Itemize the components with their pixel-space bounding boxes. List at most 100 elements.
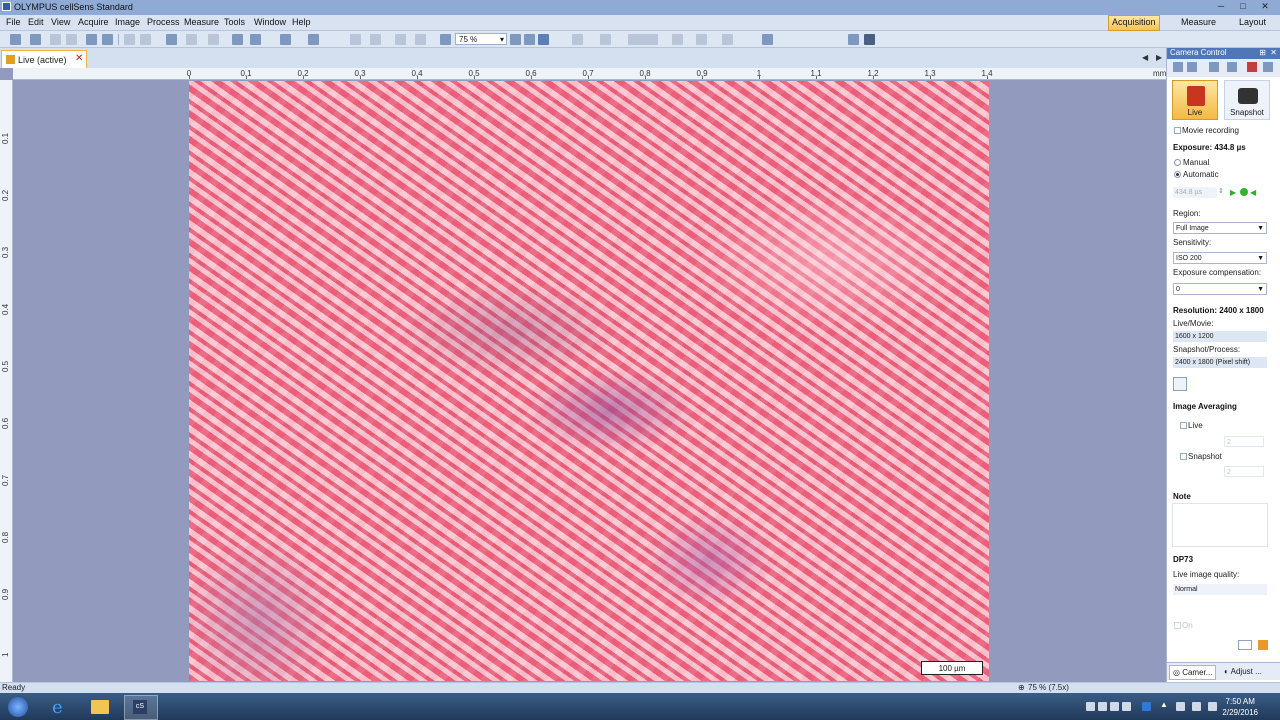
close-window-button[interactable]: ✕ xyxy=(1254,1,1276,12)
automatic-radio[interactable] xyxy=(1174,171,1181,178)
menu-process[interactable]: Process xyxy=(147,17,180,27)
zoom-window-icon[interactable] xyxy=(538,34,549,45)
flag-icon[interactable] xyxy=(1176,702,1185,711)
snapshot-process-resolution[interactable]: 2400 x 1800 (Pixel shift) xyxy=(1173,357,1267,368)
paste-icon[interactable] xyxy=(166,34,177,45)
arrow-left-icon[interactable] xyxy=(350,34,361,45)
layer-icon[interactable] xyxy=(572,34,583,45)
acquisition-mode-button[interactable]: Acquisition xyxy=(1108,15,1160,31)
movie-recording-toggle[interactable] xyxy=(1174,127,1181,134)
tab-scroll-left-icon[interactable]: ◀ xyxy=(1142,53,1148,62)
menu-tools[interactable]: Tools xyxy=(224,17,245,27)
menu-measure[interactable]: Measure xyxy=(184,17,219,27)
pin-icon[interactable]: ⊞ xyxy=(1259,48,1266,57)
close-tab-icon[interactable]: ✕ xyxy=(75,53,83,64)
adjust-tool-icon[interactable] xyxy=(1187,62,1197,72)
layout-mode-button[interactable]: Layout xyxy=(1236,17,1269,27)
measure-mode-button[interactable]: Measure xyxy=(1178,17,1219,27)
zoom-select[interactable]: 75 % ▾ xyxy=(455,33,507,45)
redo-icon[interactable] xyxy=(208,34,219,45)
on-checkbox[interactable] xyxy=(1174,622,1181,629)
grid-icon[interactable] xyxy=(722,34,733,45)
layout-options-icon[interactable] xyxy=(864,34,875,45)
start-button[interactable] xyxy=(2,695,34,718)
crop-icon[interactable] xyxy=(415,34,426,45)
channel-icon[interactable] xyxy=(672,34,683,45)
media-capture-icon[interactable] xyxy=(1122,702,1131,711)
film-icon[interactable] xyxy=(1227,62,1237,72)
averaging-snapshot-frames[interactable]: 2 xyxy=(1224,466,1264,477)
live-image-quality-select[interactable]: Normal xyxy=(1173,584,1267,595)
display-range-control[interactable] xyxy=(628,34,658,45)
minimize-button[interactable]: ─ xyxy=(1210,1,1232,12)
region-select[interactable]: Full Image ▼ xyxy=(1173,222,1267,234)
maximize-button[interactable]: □ xyxy=(1232,1,1254,12)
print-preview-icon[interactable] xyxy=(102,34,113,45)
network-icon[interactable] xyxy=(1192,702,1201,711)
menu-image[interactable]: Image xyxy=(115,17,140,27)
zoom-tool-icon[interactable] xyxy=(308,34,319,45)
layout-single-icon[interactable] xyxy=(848,34,859,45)
record-icon[interactable] xyxy=(1209,62,1219,72)
close-panel-icon[interactable]: ✕ xyxy=(1270,48,1277,57)
select-icon[interactable] xyxy=(232,34,243,45)
volume-icon[interactable] xyxy=(1208,702,1217,711)
live-button[interactable]: Live xyxy=(1172,80,1218,120)
note-textarea[interactable] xyxy=(1172,503,1268,547)
measure-icon[interactable] xyxy=(395,34,406,45)
tab-live-active[interactable]: Live (active) ✕ xyxy=(1,50,87,68)
internet-explorer-button[interactable]: e xyxy=(44,695,76,718)
cellsens-taskbar-button[interactable]: cS xyxy=(124,695,158,720)
snapshot-button[interactable]: Snapshot xyxy=(1224,80,1270,120)
menu-edit[interactable]: Edit xyxy=(28,17,44,27)
menu-file[interactable]: File xyxy=(6,17,21,27)
averaging-snapshot-checkbox[interactable] xyxy=(1180,453,1187,460)
new-icon[interactable] xyxy=(10,34,21,45)
menu-view[interactable]: View xyxy=(51,17,70,27)
file-explorer-button[interactable] xyxy=(84,695,116,718)
print-icon[interactable] xyxy=(86,34,97,45)
menu-window[interactable]: Window xyxy=(254,17,286,27)
menu-help[interactable]: Help xyxy=(292,17,311,27)
live-movie-resolution[interactable]: 1600 x 1200 xyxy=(1173,331,1267,342)
tab-adjust[interactable]: ◐ Adjust ... xyxy=(1221,665,1265,678)
contrast-icon[interactable] xyxy=(1238,640,1252,650)
menu-acquire[interactable]: Acquire xyxy=(78,17,109,27)
help-pointer-icon[interactable] xyxy=(250,34,261,45)
sensitivity-select[interactable]: ISO 200 ▼ xyxy=(1173,252,1267,264)
snapshot-tool-icon[interactable] xyxy=(762,34,773,45)
exposure-time-field[interactable]: 434.8 µs xyxy=(1173,187,1217,198)
undo-icon[interactable] xyxy=(186,34,197,45)
copy-icon[interactable] xyxy=(140,34,151,45)
tab-scroll-right-icon[interactable]: ▶ xyxy=(1156,53,1162,62)
averaging-live-frames[interactable]: 2 xyxy=(1224,436,1264,447)
arrow-right-icon[interactable] xyxy=(370,34,381,45)
media-pause-icon[interactable] xyxy=(1098,702,1107,711)
crop-region-icon[interactable] xyxy=(1173,377,1187,391)
save-all-icon[interactable] xyxy=(66,34,77,45)
bluetooth-icon[interactable] xyxy=(1142,702,1151,711)
color-icon[interactable] xyxy=(1247,62,1257,72)
pan-hand-icon[interactable] xyxy=(280,34,291,45)
exposure-decrease-icon[interactable]: ◀ xyxy=(1250,188,1256,197)
save-icon[interactable] xyxy=(50,34,61,45)
open-icon[interactable] xyxy=(30,34,41,45)
media-record-icon[interactable] xyxy=(1086,702,1095,711)
exposure-compensation-select[interactable]: 0 ▼ xyxy=(1173,283,1267,295)
microscope-live-image[interactable] xyxy=(189,81,989,681)
histogram-icon[interactable] xyxy=(696,34,707,45)
averaging-live-checkbox[interactable] xyxy=(1180,422,1187,429)
zoom-fit-icon[interactable] xyxy=(524,34,535,45)
exposure-spinner[interactable]: ⇕ xyxy=(1218,187,1224,195)
settings-tool-icon[interactable] xyxy=(1173,62,1183,72)
panel-options-icon[interactable] xyxy=(1263,62,1273,72)
zoom-in-icon[interactable] xyxy=(510,34,521,45)
tab-camera-control[interactable]: ◎ Camer... xyxy=(1169,665,1217,680)
magnifier-icon[interactable] xyxy=(440,34,451,45)
overlay-icon[interactable] xyxy=(600,34,611,45)
system-clock[interactable]: 7:50 AM 2/29/2016 xyxy=(1222,696,1258,718)
cut-icon[interactable] xyxy=(124,34,135,45)
manual-radio[interactable] xyxy=(1174,159,1181,166)
exposure-increase-icon[interactable]: ▶ xyxy=(1230,188,1236,197)
tray-expand-icon[interactable]: ▲ xyxy=(1160,700,1169,709)
